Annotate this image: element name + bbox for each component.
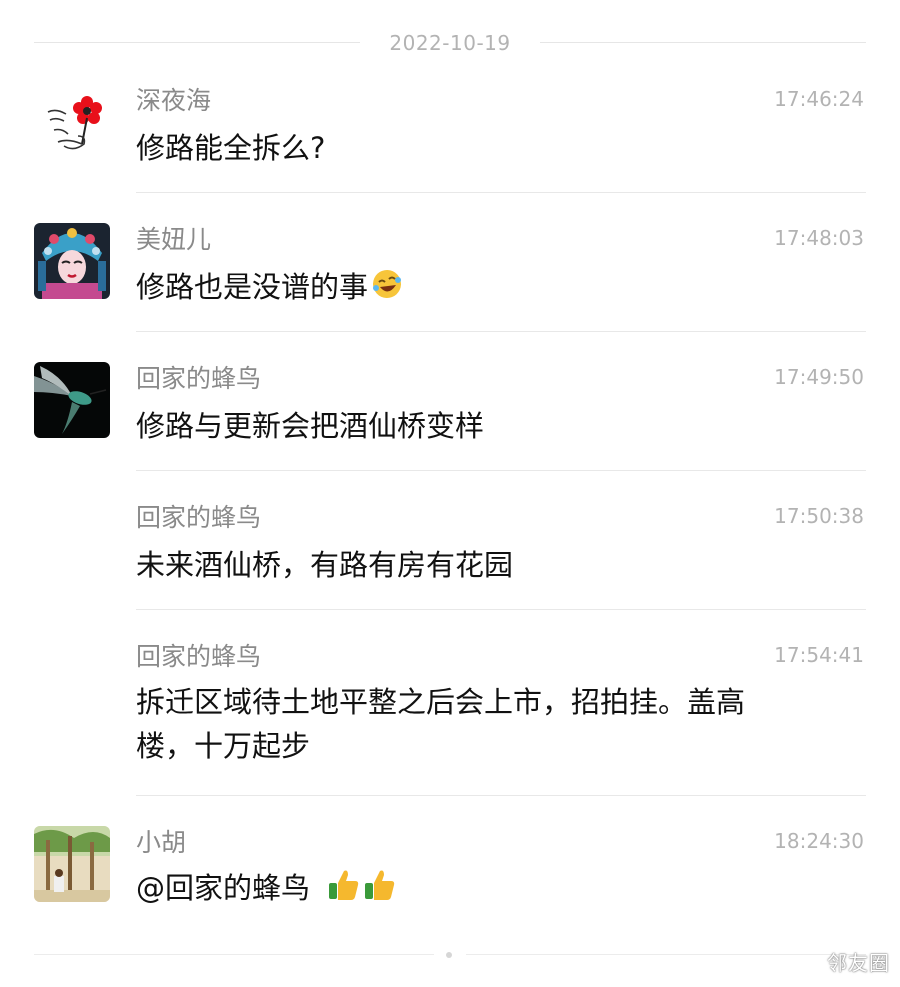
divider [136, 331, 866, 332]
comment-time: 17:48:03 [774, 226, 864, 250]
avatar[interactable] [34, 84, 110, 160]
date-separator: 2022-10-19 [34, 30, 866, 56]
date-separator-line-right [540, 42, 866, 43]
comment-time: 17:54:41 [774, 643, 864, 667]
commenter-name[interactable]: 小胡 [136, 826, 186, 860]
commenter-name[interactable]: 美妞儿 [136, 223, 211, 257]
commenter-name[interactable]: 回家的蜂鸟 [136, 362, 261, 396]
thumbs-up-icon [363, 867, 397, 913]
palm-trees-avatar-icon [34, 826, 110, 902]
comment-text: 修路与更新会把酒仙桥变样 [136, 409, 485, 443]
watermark: 邻友圈 [827, 951, 890, 975]
divider [136, 192, 866, 193]
comment-text: @回家的蜂鸟 [136, 866, 826, 913]
avatar[interactable] [34, 826, 110, 902]
date-label: 2022-10-19 [389, 31, 511, 55]
mention-link[interactable]: @回家的蜂鸟 [136, 871, 310, 905]
end-dot [446, 952, 452, 958]
comment-time: 18:24:30 [774, 829, 864, 853]
avatar[interactable] [34, 362, 110, 438]
laughing-crying-emoji-icon [370, 266, 404, 312]
commenter-name[interactable]: 回家的蜂鸟 [136, 501, 261, 535]
comment-text-line-1: 拆迁区域待土地平整之后会上市，招拍挂。盖高 [136, 685, 746, 719]
end-line-right [466, 954, 866, 955]
opera-mask-avatar-icon [34, 223, 110, 299]
comment-text: 修路也是没谱的事 [136, 265, 826, 312]
end-line-left [34, 954, 434, 955]
comment-text: 修路能全拆么? [136, 131, 326, 165]
divider [136, 795, 866, 796]
thumbs-up-icon [327, 867, 361, 913]
commenter-name[interactable]: 深夜海 [136, 84, 211, 118]
comment-text-content: 修路也是没谱的事 [136, 270, 369, 304]
comment-time: 17:49:50 [774, 365, 864, 389]
comment-text: 未来酒仙桥，有路有房有花园 [136, 548, 514, 582]
comment-text-line-2: 楼，十万起步 [136, 729, 311, 763]
hummingbird-avatar-icon [34, 362, 110, 438]
comment-time: 17:50:38 [774, 504, 864, 528]
flower-sketch-avatar-icon [47, 96, 102, 150]
divider [136, 470, 866, 471]
commenter-name[interactable]: 回家的蜂鸟 [136, 640, 261, 674]
divider [136, 609, 866, 610]
comment-time: 17:46:24 [774, 87, 864, 111]
avatar[interactable] [34, 223, 110, 299]
